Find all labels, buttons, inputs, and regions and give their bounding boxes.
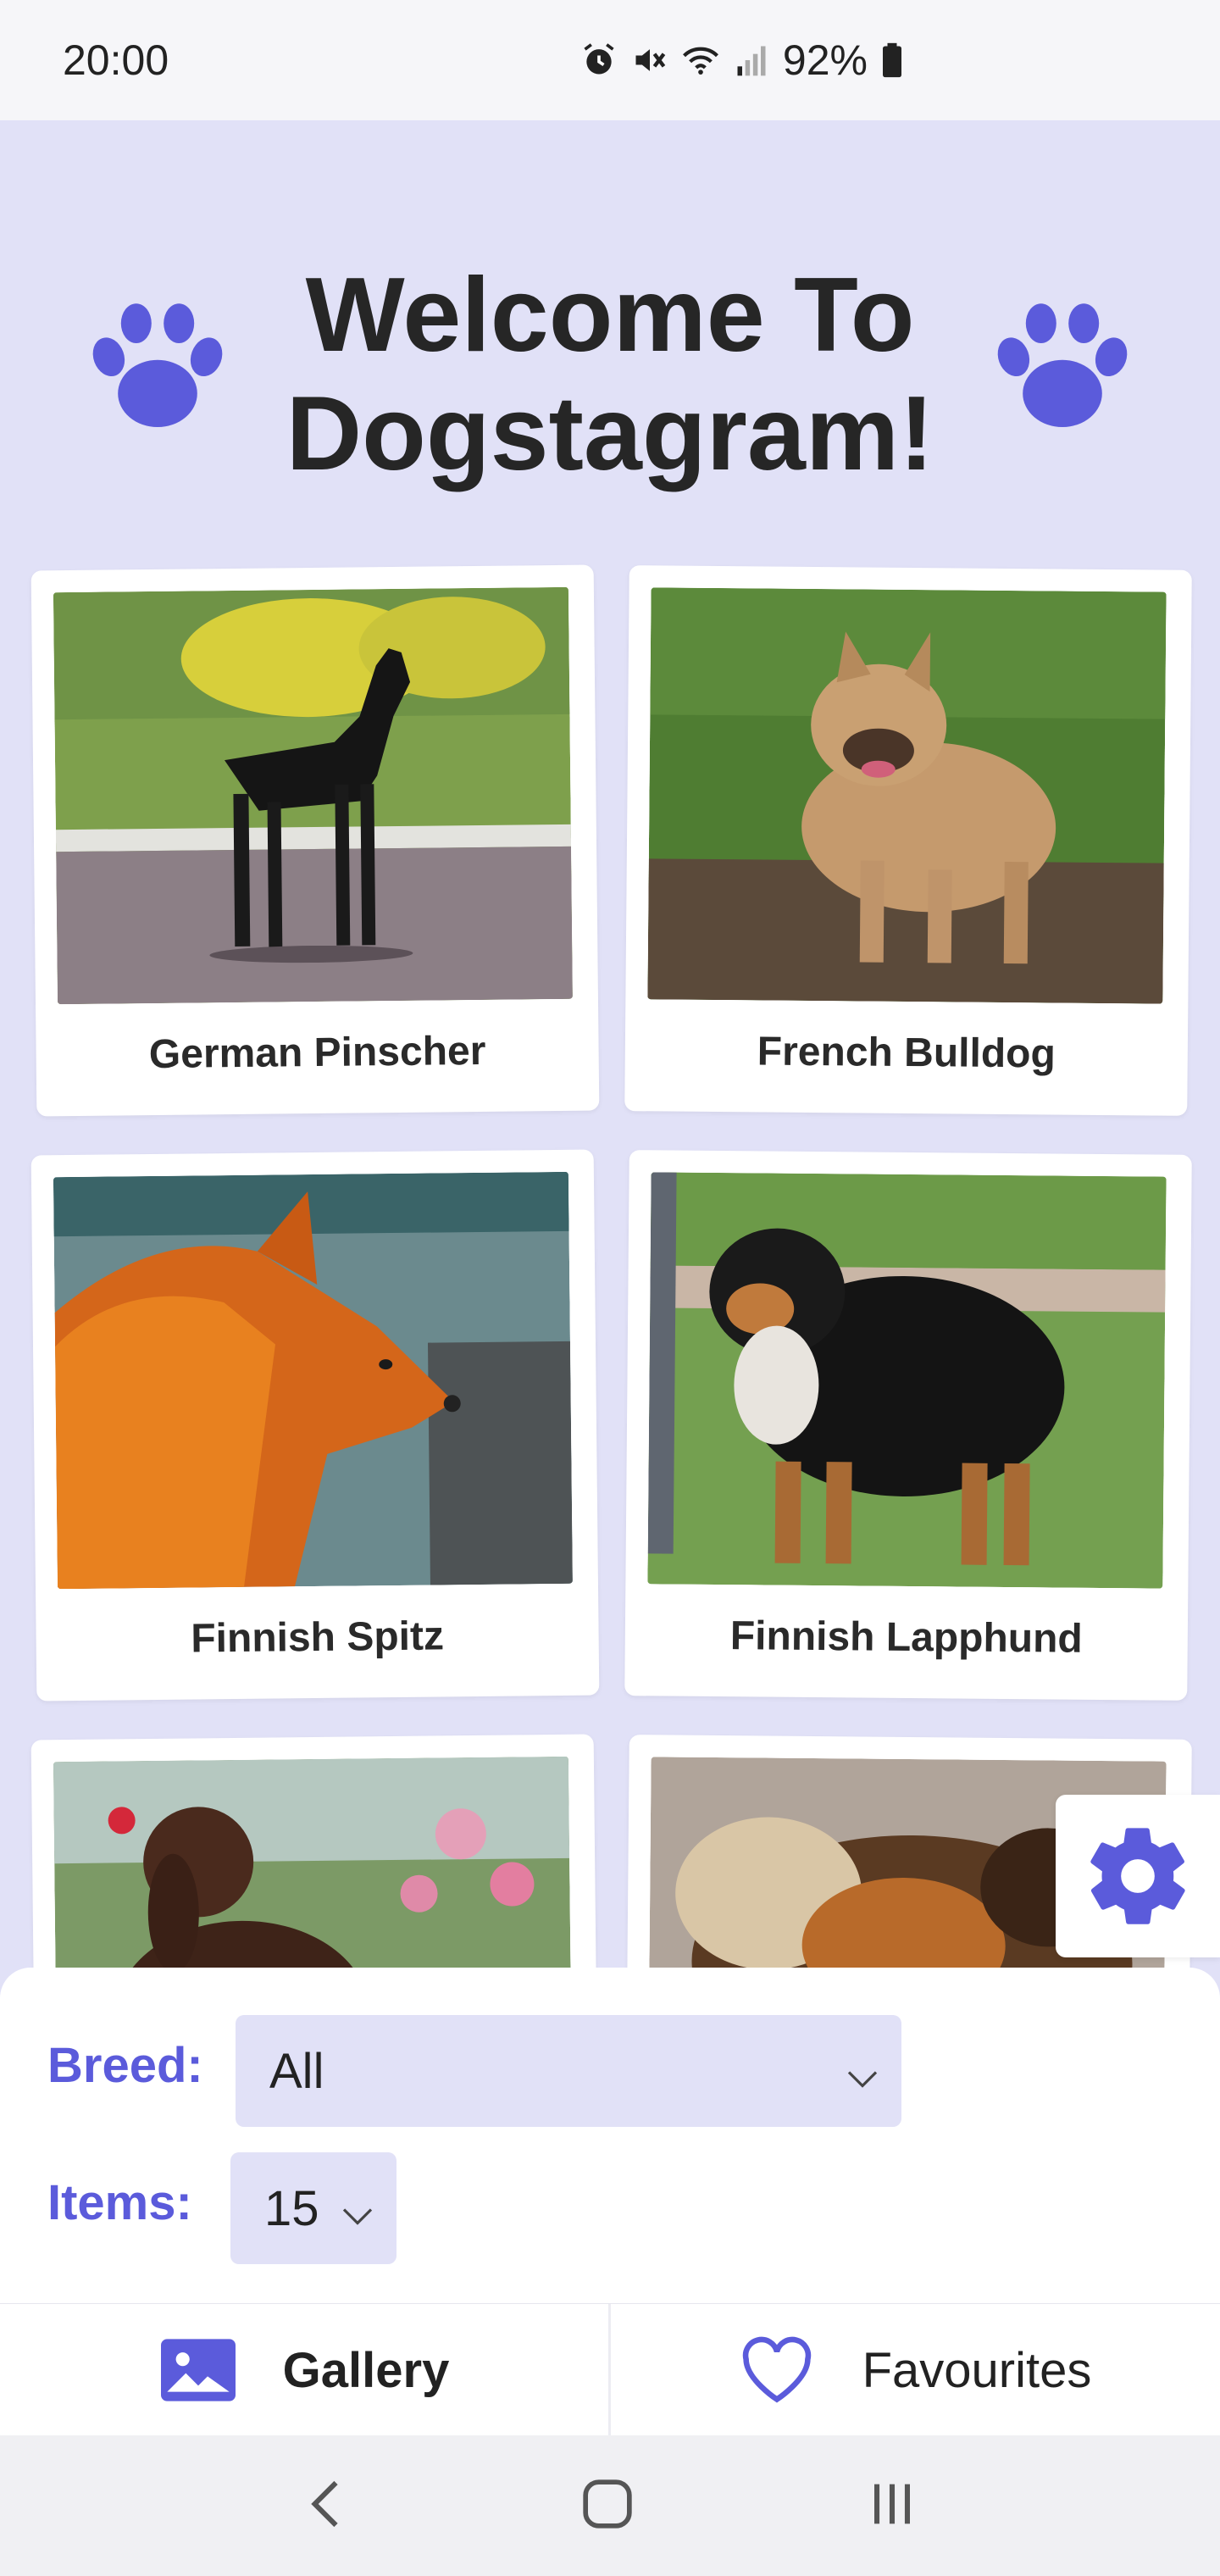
battery-icon xyxy=(879,41,905,80)
title-line-1: Welcome To xyxy=(305,257,915,374)
title-line-2: Dogstagram! xyxy=(286,375,934,492)
heart-icon xyxy=(742,2336,811,2403)
dog-breed-label: French Bulldog xyxy=(757,1029,1056,1077)
home-icon[interactable] xyxy=(581,2478,634,2534)
gear-icon xyxy=(1090,1828,1185,1924)
items-select[interactable]: 15 xyxy=(230,2152,396,2264)
paw-icon xyxy=(997,303,1128,427)
system-nav-bar xyxy=(0,2435,1220,2576)
settings-button[interactable] xyxy=(1056,1795,1220,1957)
paw-icon xyxy=(92,303,223,427)
dog-breed-label: German Pinscher xyxy=(148,1028,486,1078)
tab-favourites-label: Favourites xyxy=(862,2342,1092,2398)
alarm-icon xyxy=(580,41,618,80)
dog-card[interactable]: German Pinscher xyxy=(30,564,600,1117)
page-title: Welcome To Dogstagram! xyxy=(254,256,966,493)
status-time: 20:00 xyxy=(63,36,169,84)
battery-percent: 92% xyxy=(782,36,868,84)
tab-gallery-label: Gallery xyxy=(282,2342,450,2398)
filter-panel: Breed: All Items: 15 xyxy=(0,1968,1220,2303)
status-icons: 92% xyxy=(580,36,905,85)
dog-photo[interactable] xyxy=(647,587,1167,1004)
breed-select-value: All xyxy=(269,2043,324,2099)
dog-breed-label: Finnish Lapphund xyxy=(729,1613,1083,1662)
signal-icon xyxy=(732,41,771,80)
dog-card[interactable] xyxy=(30,1734,600,1968)
wifi-icon xyxy=(681,41,720,80)
breed-select[interactable]: All xyxy=(236,2015,901,2127)
gallery-screen[interactable]: Welcome To Dogstagram! German Pinscher F… xyxy=(0,120,1220,1968)
dog-photo[interactable] xyxy=(53,1171,573,1590)
bottom-tabs: Gallery Favourites xyxy=(0,2303,1220,2436)
tab-divider xyxy=(608,2304,611,2436)
chevron-down-icon xyxy=(342,2180,373,2237)
recents-icon[interactable] xyxy=(868,2480,916,2532)
dog-card[interactable]: Finnish Lapphund xyxy=(624,1150,1192,1701)
dog-card[interactable]: Finnish Spitz xyxy=(30,1149,600,1702)
mute-icon xyxy=(630,41,669,80)
chevron-down-icon xyxy=(847,2043,878,2100)
back-icon[interactable] xyxy=(304,2479,347,2534)
header: Welcome To Dogstagram! xyxy=(0,188,1220,492)
dog-photo[interactable] xyxy=(53,1756,573,1968)
tab-favourites[interactable]: Favourites xyxy=(610,2304,1220,2436)
dog-photo[interactable] xyxy=(647,1172,1167,1589)
status-bar: 20:00 92% xyxy=(0,0,1220,120)
items-select-value: 15 xyxy=(264,2180,319,2236)
breed-label: Breed: xyxy=(47,2038,203,2093)
image-icon xyxy=(160,2339,236,2401)
tab-gallery[interactable]: Gallery xyxy=(0,2304,610,2436)
dog-photo[interactable] xyxy=(53,586,573,1005)
dog-breed-label: Finnish Spitz xyxy=(191,1613,445,1662)
items-label: Items: xyxy=(47,2175,192,2230)
dog-card[interactable]: French Bulldog xyxy=(624,565,1192,1116)
